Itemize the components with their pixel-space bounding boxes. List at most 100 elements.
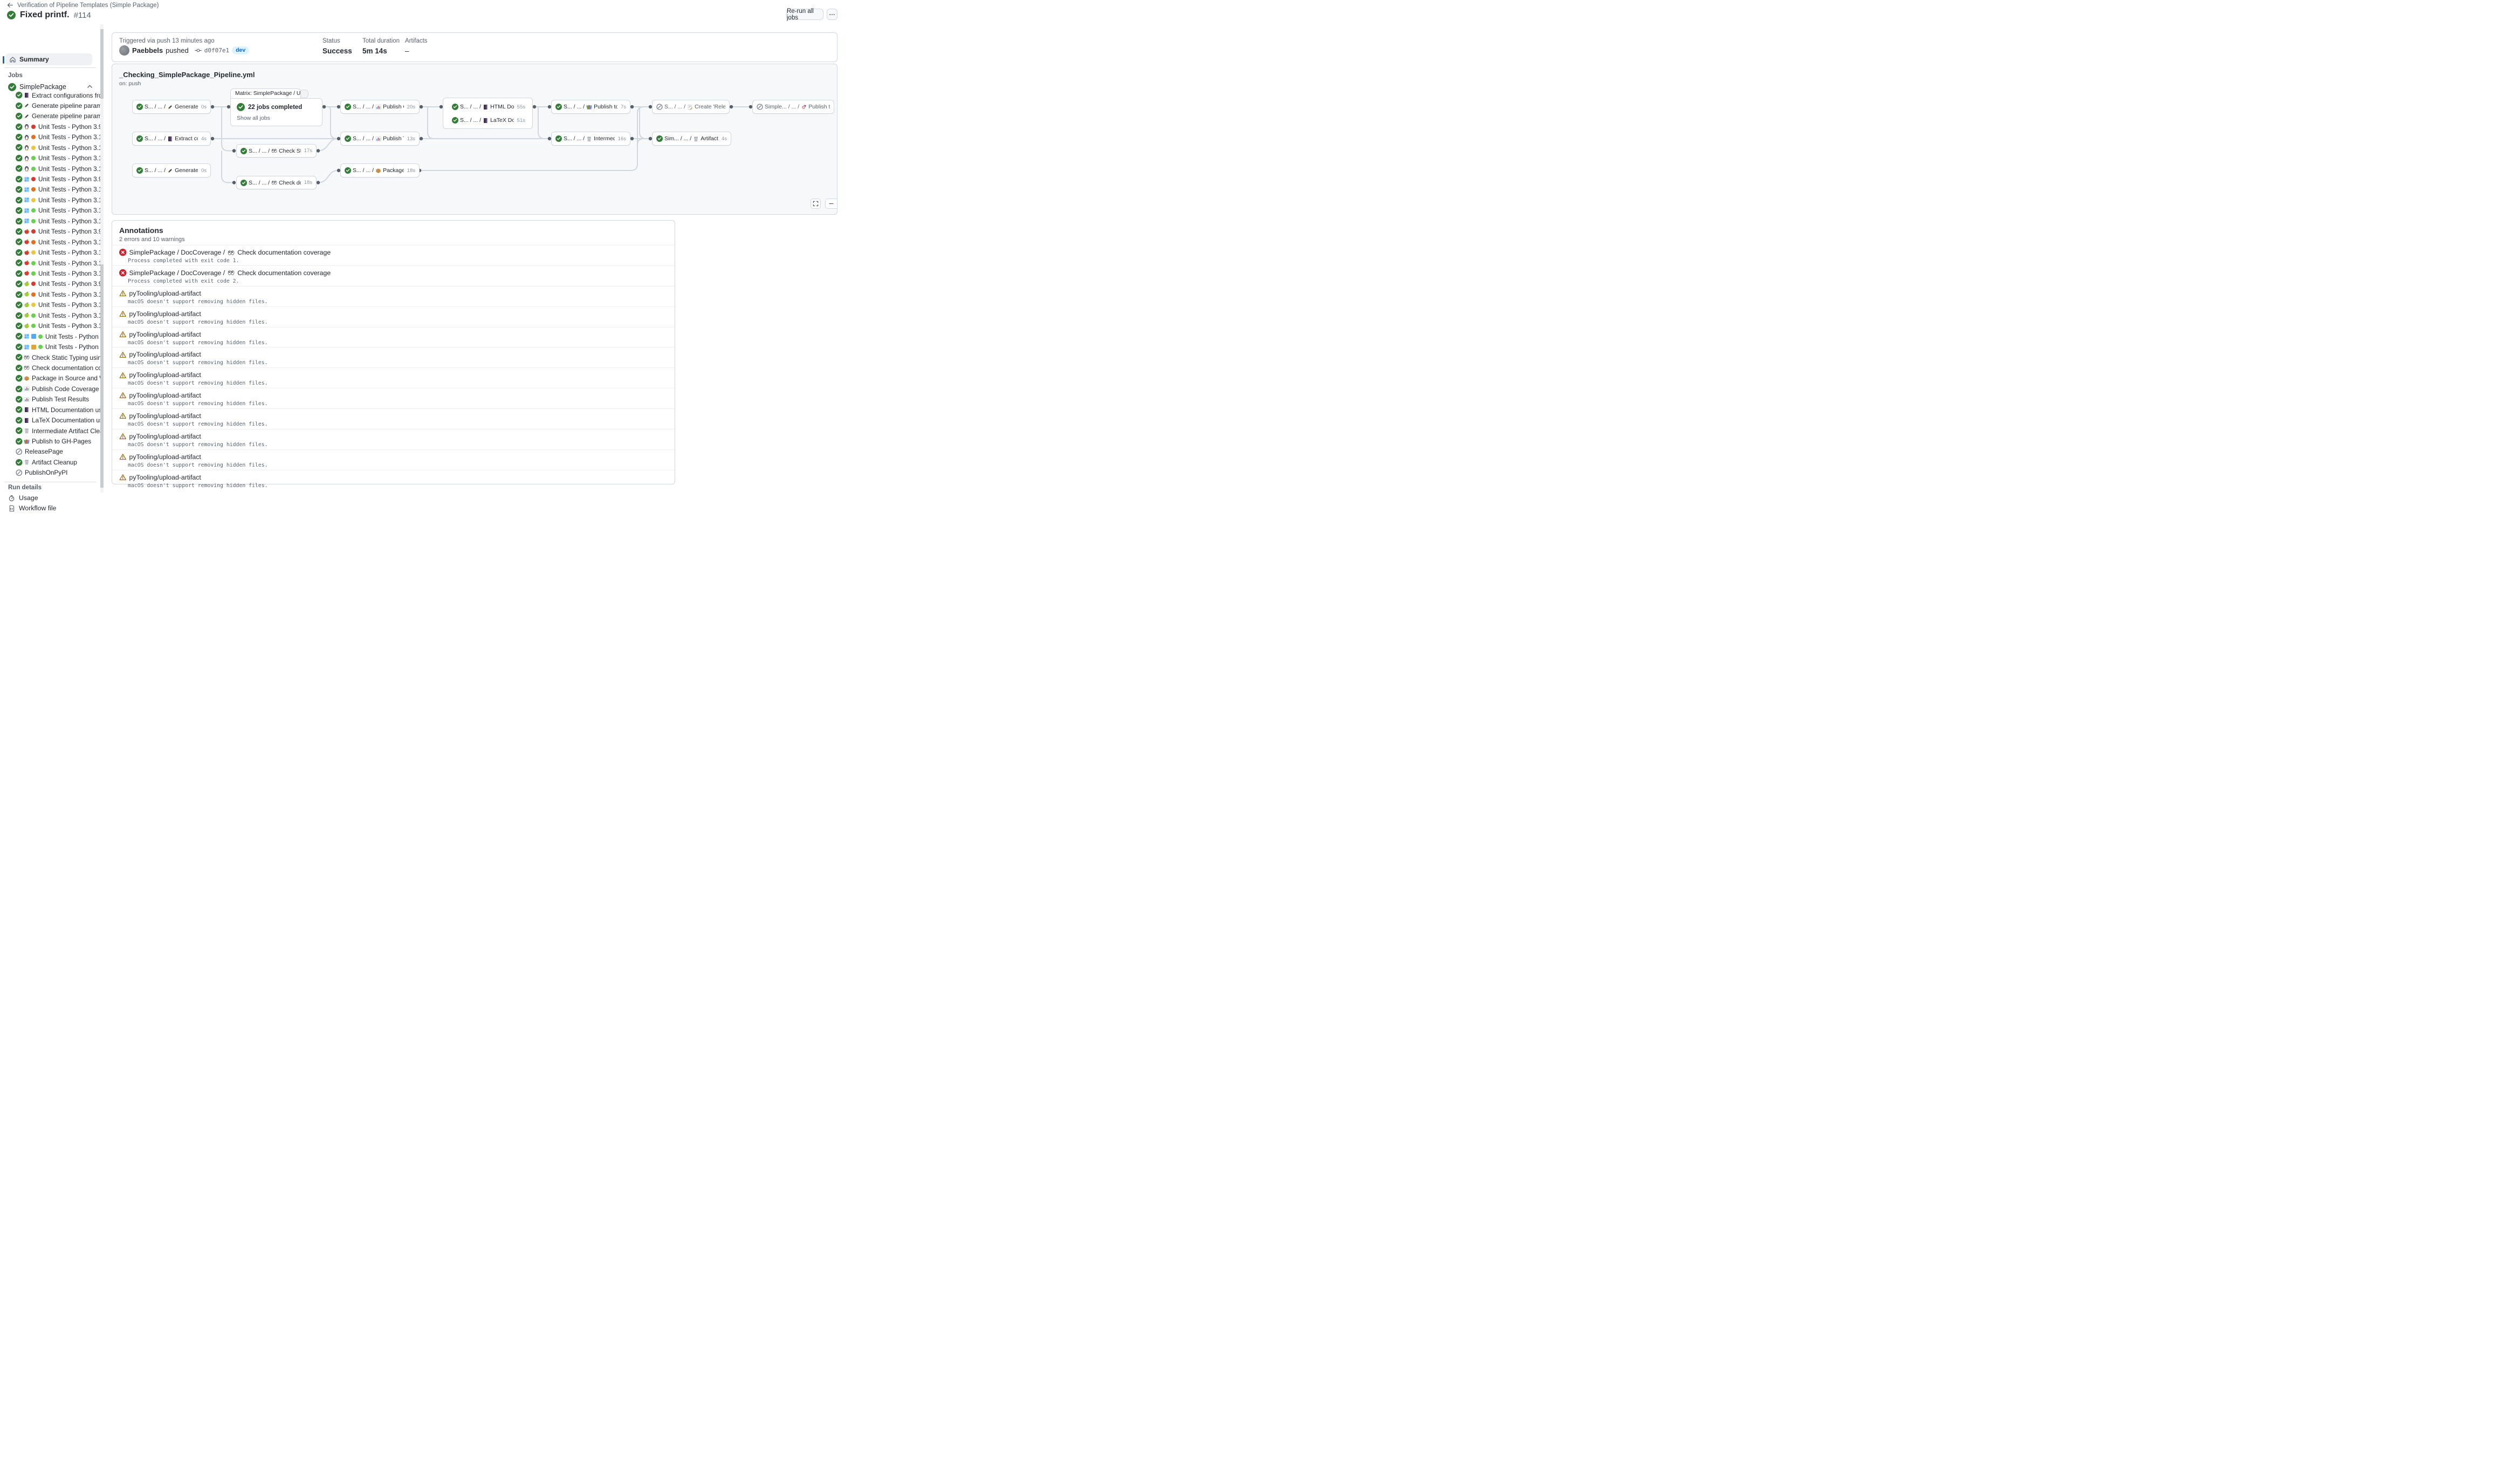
sidebar-job-12[interactable]: Unit Tests - Python 3.12 <box>0 206 100 216</box>
trash-icon <box>24 428 30 434</box>
annotation-title-link[interactable]: pyTooling/upload-artifact <box>129 310 201 318</box>
graph-node-c2[interactable]: S... / ... /Publish Test Re...13s <box>340 132 420 146</box>
sidebar-job-29[interactable]: Publish Code Coverage Results <box>0 384 100 394</box>
fullscreen-button[interactable] <box>811 199 821 209</box>
graph-node-b2[interactable]: S... / ... /Check docume...18s <box>236 176 317 189</box>
success-check-icon <box>16 259 23 266</box>
graph-node-d1[interactable]: S... / ... /HTML Docume...55s <box>448 100 529 114</box>
sidebar-job-9[interactable]: Unit Tests - Python 3.9 <box>0 174 100 184</box>
sidebar-job-1[interactable]: Extract configurations from p... <box>0 90 100 100</box>
sidebar-job-27[interactable]: Check documentation covera... <box>0 363 100 373</box>
graph-node-e2[interactable]: S... / ... /Intermediate A...16s <box>551 132 630 146</box>
graph-node-c1[interactable]: S... / ... /Publish Code C...20s <box>340 100 420 114</box>
kebab-menu-button[interactable] <box>827 9 837 20</box>
sidebar-item-usage[interactable]: Usage <box>8 494 38 502</box>
sidebar-item-summary[interactable]: Summary <box>5 53 92 65</box>
sidebar-job-13[interactable]: Unit Tests - Python 3.13 <box>0 216 100 226</box>
sidebar-job-22[interactable]: Unit Tests - Python 3.12 <box>0 310 100 320</box>
sidebar-job-18[interactable]: Unit Tests - Python 3.13 <box>0 268 100 278</box>
annotation-title-link[interactable]: pyTooling/upload-artifact <box>129 290 201 297</box>
graph-node-f2[interactable]: Sim... / ... /Artifact Cleanup4s <box>652 132 731 146</box>
sidebar-job-28[interactable]: Package in Source and Wheel... <box>0 373 100 384</box>
sidebar-job-25[interactable]: Unit Tests - Python 3.12 <box>0 341 100 352</box>
apple-green-icon <box>24 302 30 308</box>
chevron-up-icon[interactable] <box>86 83 93 90</box>
graph-node-f1[interactable]: S... / ... /Create 'Release Pa... <box>652 100 730 114</box>
dot-green-icon <box>31 218 36 224</box>
sidebar-job-33[interactable]: Intermediate Artifact Cleanup <box>0 426 100 436</box>
sidebar-job-6[interactable]: Unit Tests - Python 3.11 <box>0 142 100 153</box>
annotation-title-link[interactable]: pyTooling/upload-artifact <box>129 392 201 399</box>
matrix-tab[interactable]: Matrix: SimplePackage / UnitTest... <box>230 88 301 99</box>
sidebar-job-36[interactable]: Artifact Cleanup <box>0 457 100 467</box>
zoom-out-button[interactable] <box>825 199 837 209</box>
sidebar-job-30[interactable]: Publish Test Results <box>0 394 100 405</box>
sidebar-job-4[interactable]: Unit Tests - Python 3.9 <box>0 121 100 132</box>
sidebar-job-35[interactable]: ReleasePage <box>0 447 100 457</box>
graph-node-a3[interactable]: S... / ... /Generate pipelin...0s <box>132 163 211 177</box>
sidebar-job-21[interactable]: Unit Tests - Python 3.11 <box>0 300 100 310</box>
annotation-title-link[interactable]: pyTooling/upload-artifact <box>129 453 201 461</box>
sidebar-job-16[interactable]: Unit Tests - Python 3.11 <box>0 247 100 257</box>
sidebar-job-23[interactable]: Unit Tests - Python 3.13 <box>0 320 100 331</box>
job-label: Intermediate Artifact Cleanup <box>32 427 100 435</box>
sidebar-job-31[interactable]: HTML Documentation using ... <box>0 405 100 415</box>
fullscreen-icon <box>813 201 819 207</box>
annotation-title-link[interactable]: pyTooling/upload-artifact <box>129 371 201 379</box>
node-duration: 7s <box>619 104 626 110</box>
annotation-title-link[interactable]: pyTooling/upload-artifact <box>129 351 201 358</box>
graph-node-a1[interactable]: S... / ... /Generate pipelin...0s <box>132 100 211 114</box>
annotation-title-link[interactable]: Check documentation coverage <box>237 269 331 277</box>
annotation-title-link[interactable]: pyTooling/upload-artifact <box>129 474 201 481</box>
graph-node-a2[interactable]: S... / ... /Extract configur...4s <box>132 132 211 146</box>
sidebar-job-17[interactable]: Unit Tests - Python 3.12 <box>0 258 100 268</box>
sidebar-scrollbar-thumb[interactable] <box>100 99 104 264</box>
sidebar-job-10[interactable]: Unit Tests - Python 3.10 <box>0 184 100 195</box>
node-prefix: S... / ... / <box>564 104 585 110</box>
sidebar-job-8[interactable]: Unit Tests - Python 3.13 <box>0 163 100 174</box>
sidebar-job-2[interactable]: Generate pipeline parameters <box>0 100 100 111</box>
annotation-title-link[interactable]: pyTooling/upload-artifact <box>129 433 201 440</box>
show-all-jobs-link[interactable]: Show all jobs <box>237 115 270 121</box>
sidebar-job-11[interactable]: Unit Tests - Python 3.11 <box>0 195 100 205</box>
sidebar-job-3[interactable]: Generate pipeline parameters <box>0 111 100 121</box>
sidebar-job-14[interactable]: Unit Tests - Python 3.9 <box>0 227 100 237</box>
skipped-icon <box>656 104 663 110</box>
sidebar-job-37[interactable]: PublishOnPyPI <box>0 468 100 478</box>
graph-node-b1[interactable]: S... / ... /Check Static Ty...17s <box>236 144 317 158</box>
sidebar-job-20[interactable]: Unit Tests - Python 3.10 <box>0 289 100 299</box>
branch-badge[interactable]: dev <box>232 46 249 54</box>
sidebar-job-7[interactable]: Unit Tests - Python 3.12 <box>0 153 100 163</box>
annotation-title-link[interactable]: pyTooling/upload-artifact <box>129 331 201 338</box>
avatar[interactable] <box>119 45 129 56</box>
apple-green-icon <box>24 291 30 297</box>
sidebar-job-15[interactable]: Unit Tests - Python 3.10 <box>0 237 100 247</box>
sidebar-job-34[interactable]: Publish to GH-Pages <box>0 436 100 446</box>
sidebar-job-32[interactable]: LaTeX Documentation using ... <box>0 415 100 425</box>
back-arrow-icon[interactable] <box>6 2 13 9</box>
actor-link[interactable]: Paebbels <box>132 46 163 54</box>
code-file-icon <box>8 505 15 512</box>
graph-node-e1[interactable]: S... / ... /Publish to GH-P...7s <box>551 100 630 114</box>
annotation-title-link[interactable]: pyTooling/upload-artifact <box>129 412 201 420</box>
graph-node-d2[interactable]: S... / ... /LaTeX Docume...51s <box>448 113 529 127</box>
success-check-icon <box>16 396 23 403</box>
rerun-all-jobs-button[interactable]: Re-run all jobs <box>786 9 823 20</box>
pencil-icon <box>167 104 173 110</box>
sidebar-job-24[interactable]: Unit Tests - Python 3.12 <box>0 331 100 341</box>
sidebar-job-5[interactable]: Unit Tests - Python 3.10 <box>0 132 100 142</box>
graph-node-g1[interactable]: Simple... / ... /Publish to PyPI <box>752 100 834 114</box>
success-check-icon <box>16 302 23 309</box>
scrollbar-up-arrow[interactable] <box>100 24 104 29</box>
matrix-group-node[interactable]: 22 jobs completed Show all jobs <box>230 98 322 126</box>
breadcrumb-link[interactable]: Verification of Pipeline Templates (Simp… <box>17 2 159 9</box>
sidebar-job-19[interactable]: Unit Tests - Python 3.9 <box>0 279 100 289</box>
run-title-row: Fixed printf. #114 <box>7 10 91 20</box>
scrollbar-down-arrow[interactable] <box>100 488 104 493</box>
graph-node-c3[interactable]: S... / ... /Package in Sou...18s <box>340 163 420 177</box>
sidebar-job-26[interactable]: Check Static Typing using Pyt... <box>0 352 100 363</box>
commit-sha-link[interactable]: d0f07e1 <box>204 47 229 54</box>
annotation-title-link[interactable]: Check documentation coverage <box>237 249 331 256</box>
success-check-icon <box>136 167 143 174</box>
sidebar-item-workflow-file[interactable]: Workflow file <box>8 504 56 512</box>
